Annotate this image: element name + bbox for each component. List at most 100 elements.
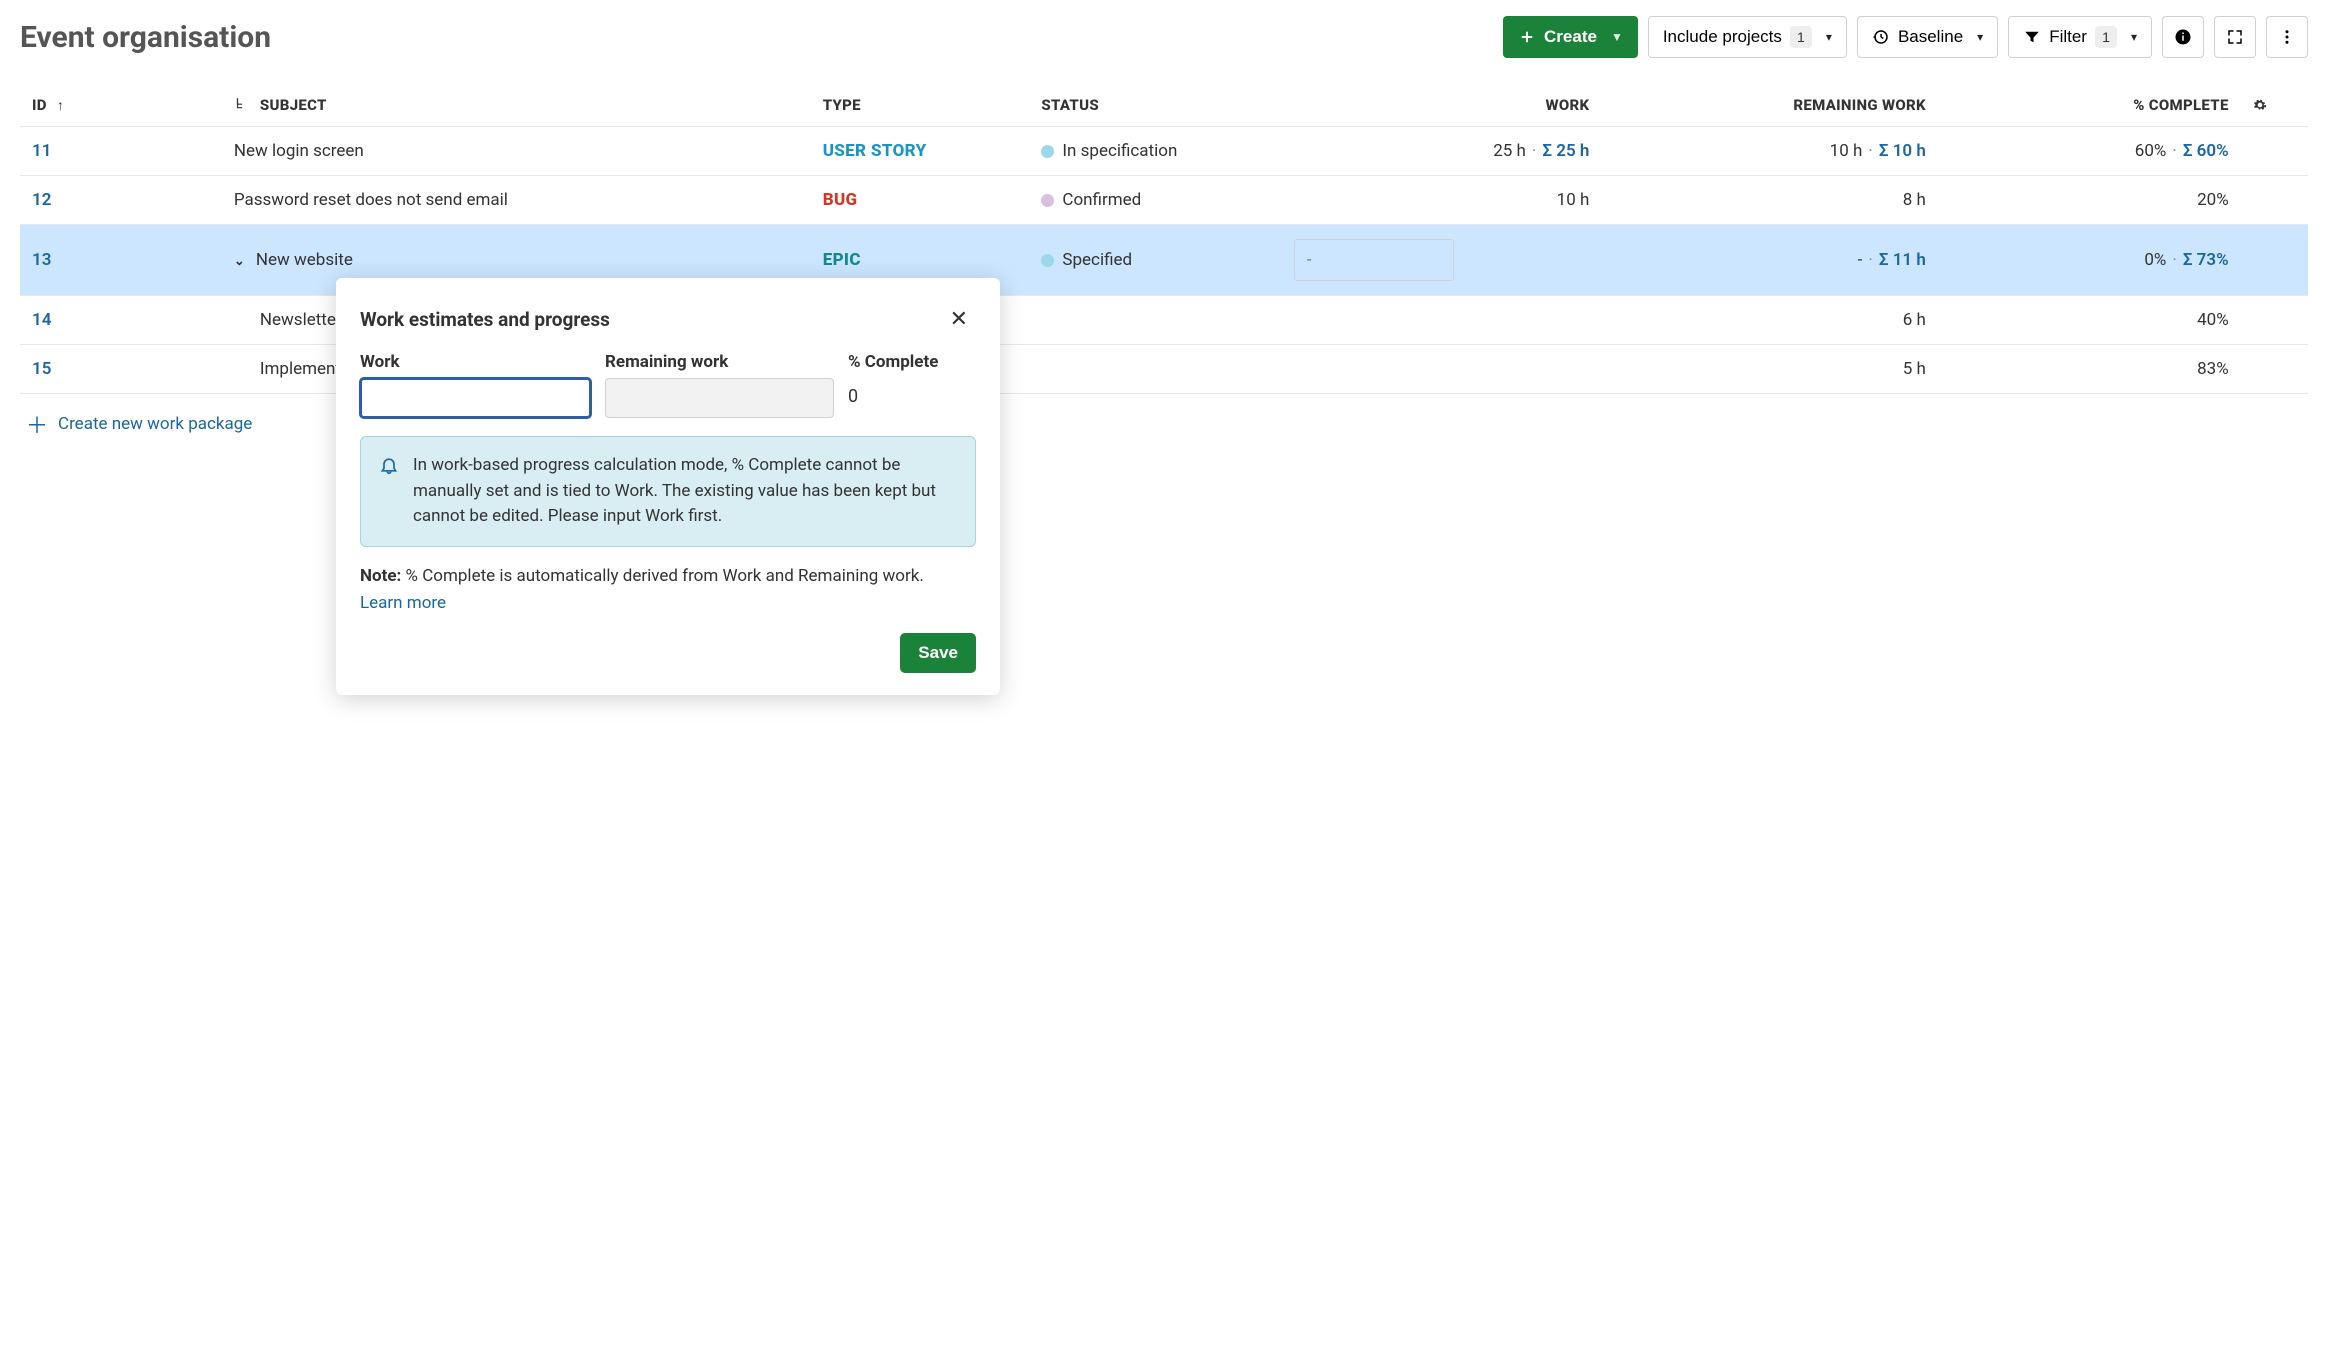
status-dot-icon [1041, 194, 1054, 207]
work-input[interactable] [360, 378, 591, 418]
own-value: 25 h [1493, 141, 1526, 161]
row-status[interactable] [1029, 296, 1281, 345]
row-subject-text: New login screen [234, 141, 364, 161]
row-work[interactable] [1282, 296, 1602, 345]
caret-down-icon: ▼ [1611, 30, 1623, 44]
include-projects-label: Include projects [1663, 27, 1782, 47]
row-type[interactable]: USER STORY [811, 127, 1030, 176]
row-remaining[interactable]: 8 h [1601, 176, 1937, 225]
remaining-work-input [605, 378, 834, 418]
row-status[interactable] [1029, 345, 1281, 394]
note-text: % Complete is automatically derived from… [406, 566, 924, 586]
row-status[interactable]: Specified [1029, 225, 1281, 296]
row-id[interactable]: 13 [20, 225, 222, 296]
col-status[interactable]: STATUS [1029, 82, 1281, 127]
col-subject-label: SUBJECT [260, 96, 327, 114]
row-status-text: Confirmed [1062, 190, 1141, 210]
popover-close-button[interactable]: ✕ [942, 302, 976, 336]
col-id-label: ID [32, 96, 47, 114]
row-actions [2241, 296, 2308, 345]
sigma-value[interactable]: Σ 25 h [1542, 141, 1589, 161]
row-id[interactable]: 14 [20, 296, 222, 345]
row-id[interactable]: 11 [20, 127, 222, 176]
more-menu-button[interactable] [2266, 16, 2308, 58]
row-subject[interactable]: Password reset does not send email [222, 176, 811, 225]
filter-count: 1 [2095, 26, 2117, 48]
table-row[interactable]: 12 Password reset does not send email BUG C… [20, 176, 2308, 225]
pc-field-label: % Complete [848, 352, 976, 372]
table-row[interactable]: 11 New login screen USER STORY In specifica… [20, 127, 2308, 176]
include-projects-count: 1 [1790, 26, 1812, 48]
row-percent-complete[interactable]: 20% [1938, 176, 2241, 225]
row-work[interactable]: 10 h [1282, 176, 1602, 225]
filter-button[interactable]: Filter 1 ▾ [2008, 16, 2152, 58]
col-pc[interactable]: % COMPLETE [1938, 82, 2241, 127]
own-value: 6 h [1903, 310, 1926, 330]
include-projects-button[interactable]: Include projects 1 ▾ [1648, 16, 1847, 58]
col-subject[interactable]: SUBJECT [222, 82, 811, 127]
remaining-field-label: Remaining work [605, 352, 834, 372]
sigma-value[interactable]: Σ 60% [2183, 141, 2229, 161]
own-value: 8 h [1903, 190, 1926, 210]
row-subject-text: Password reset does not send email [234, 190, 508, 210]
row-remaining[interactable]: 10 h·Σ 10 h [1601, 127, 1937, 176]
row-remaining[interactable]: 6 h [1601, 296, 1937, 345]
row-remaining[interactable]: -·Σ 11 h [1601, 225, 1937, 296]
sigma-value[interactable]: Σ 73% [2183, 250, 2229, 270]
own-value: 10 h [1557, 190, 1590, 210]
status-dot-icon [1041, 145, 1054, 158]
row-percent-complete[interactable]: 40% [1938, 296, 2241, 345]
row-id[interactable]: 12 [20, 176, 222, 225]
save-button[interactable]: Save [900, 633, 976, 673]
row-subject[interactable]: New login screen [222, 127, 811, 176]
row-type[interactable]: BUG [811, 176, 1030, 225]
info-box: In work-based progress calculation mode,… [360, 436, 976, 547]
own-value: 60% [2135, 141, 2167, 161]
sort-asc-icon: ↑ [57, 98, 64, 114]
row-actions [2241, 176, 2308, 225]
work-inline-editor[interactable]: - [1294, 239, 1454, 281]
row-percent-complete[interactable]: 60%·Σ 60% [1938, 127, 2241, 176]
learn-more-link[interactable]: Learn more [360, 593, 446, 613]
own-value: 0% [2144, 250, 2166, 270]
baseline-button[interactable]: Baseline ▾ [1857, 16, 1998, 58]
info-button[interactable] [2162, 16, 2204, 58]
filter-icon [2023, 28, 2041, 46]
work-estimates-popover: Work estimates and progress ✕ Work Remai… [336, 278, 1000, 695]
row-work[interactable]: 25 h·Σ 25 h [1282, 127, 1602, 176]
sigma-value[interactable]: Σ 11 h [1879, 250, 1926, 270]
col-id[interactable]: ID ↑ [20, 82, 222, 127]
expand-caret-icon[interactable]: ⌄ [234, 254, 250, 269]
col-work[interactable]: WORK [1282, 82, 1602, 127]
own-value: 83% [2197, 359, 2229, 379]
row-percent-complete[interactable]: 0%·Σ 73% [1938, 225, 2241, 296]
row-actions [2241, 345, 2308, 394]
own-value: 40% [2197, 310, 2229, 330]
popover-note: Note: % Complete is automatically derive… [360, 563, 976, 617]
row-work[interactable] [1282, 345, 1602, 394]
plus-icon: ＋ [26, 408, 48, 440]
caret-down-icon: ▾ [2131, 30, 2137, 44]
row-status-text: Specified [1062, 250, 1132, 270]
row-status[interactable]: In specification [1029, 127, 1281, 176]
create-button[interactable]: Create ▼ [1503, 16, 1638, 58]
status-dot-icon [1041, 254, 1054, 267]
col-settings[interactable] [2241, 82, 2308, 127]
pc-value: 0 [848, 378, 976, 407]
page-title: Event organisation [20, 20, 1493, 55]
filter-label: Filter [2049, 27, 2087, 47]
sigma-value[interactable]: Σ 10 h [1879, 141, 1926, 161]
row-remaining[interactable]: 5 h [1601, 345, 1937, 394]
row-percent-complete[interactable]: 83% [1938, 345, 2241, 394]
col-type[interactable]: TYPE [811, 82, 1030, 127]
own-value: 20% [2197, 190, 2229, 210]
row-id[interactable]: 15 [20, 345, 222, 394]
fullscreen-button[interactable] [2214, 16, 2256, 58]
row-work[interactable]: - [1282, 225, 1602, 296]
row-status[interactable]: Confirmed [1029, 176, 1281, 225]
col-remaining[interactable]: REMAINING WORK [1601, 82, 1937, 127]
row-status-text: In specification [1062, 141, 1177, 161]
note-label: Note: [360, 566, 401, 586]
create-button-label: Create [1544, 27, 1597, 47]
own-value: 10 h [1830, 141, 1863, 161]
